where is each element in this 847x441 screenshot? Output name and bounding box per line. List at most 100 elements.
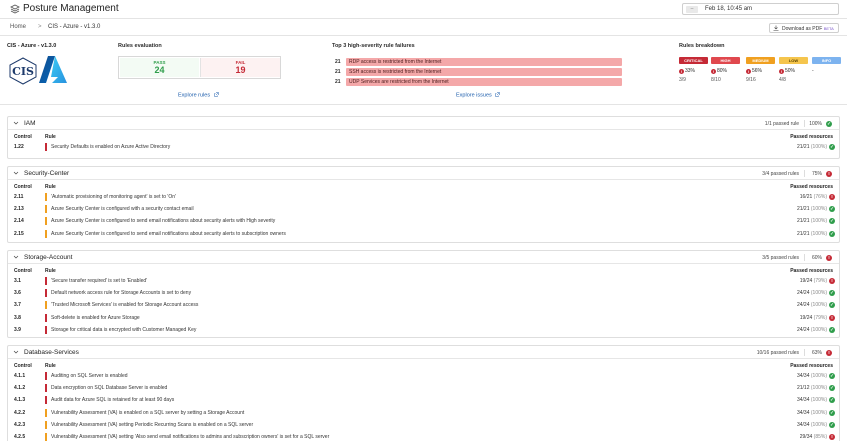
passed-resources: 24/24 bbox=[796, 302, 810, 309]
chevron-down-icon[interactable] bbox=[13, 120, 19, 126]
table-row[interactable]: 3.1 'Secure transfer required' is set to … bbox=[8, 276, 839, 286]
rule-name[interactable]: Vulnerability Assessment (VA) is enabled… bbox=[51, 410, 244, 416]
rule-name[interactable]: 'Trusted Microsoft Services' is enabled … bbox=[51, 302, 198, 308]
table-row[interactable]: 3.8 Soft-delete is enabled for Azure Stor… bbox=[8, 313, 839, 323]
check-circle-icon: ✓ bbox=[829, 206, 835, 213]
rule-name[interactable]: Vulnerability Assessment (VA) setting 'A… bbox=[51, 434, 329, 440]
table-row[interactable]: 4.1.1 Auditing on SQL Server is enabled 34… bbox=[8, 371, 839, 381]
time-picker-toggle-button[interactable]: – bbox=[686, 6, 698, 13]
chevron-down-icon[interactable] bbox=[13, 254, 19, 260]
severity-percent-row: ! 50% bbox=[779, 68, 795, 74]
control-id: 2.14 bbox=[14, 218, 24, 225]
rule-name[interactable]: Auditing on SQL Server is enabled bbox=[51, 373, 128, 379]
severity-indicator bbox=[45, 433, 47, 441]
section-header[interactable]: IAM 1/1 passed rule 100% ✓ bbox=[8, 117, 839, 130]
table-row[interactable]: 4.2.3 Vulnerability Assessment (VA) setti… bbox=[8, 420, 839, 430]
severity-critical-breakdown[interactable]: CRITICAL! 33% 3/9 bbox=[679, 57, 709, 85]
table-row[interactable]: 4.2.2 Vulnerability Assessment (VA) is en… bbox=[8, 408, 839, 418]
table-row[interactable]: 1.22 Security Defaults is enabled on Azur… bbox=[8, 142, 839, 152]
rule-name[interactable]: Audit data for Azure SQL is retained for… bbox=[51, 397, 174, 403]
rule-name[interactable]: 'Secure transfer required' is set to 'En… bbox=[51, 278, 147, 284]
section-header[interactable]: Storage-Account 3/5 passed rules 60%! bbox=[8, 251, 839, 264]
breadcrumb-home-link[interactable]: Home bbox=[10, 24, 26, 30]
rule-name[interactable]: Azure Security Center is configured to s… bbox=[51, 218, 275, 224]
control-id: 2.11 bbox=[14, 194, 24, 200]
top-failure-count: 21 bbox=[335, 69, 341, 75]
table-row[interactable]: 3.7 'Trusted Microsoft Services' is enabl… bbox=[8, 300, 839, 310]
severity-indicator bbox=[45, 277, 47, 285]
section-header[interactable]: Database-Services 10/16 passed rules 63%! bbox=[8, 346, 839, 359]
top-failure-row[interactable]: 21 RDP access is restricted from the Int… bbox=[332, 58, 622, 66]
table-row[interactable]: 2.11 'Automatic provisioning of monitorin… bbox=[8, 192, 839, 202]
table-row[interactable]: 3.6 Default network access rule for Stora… bbox=[8, 288, 839, 298]
passed-resources-percent: (100%) bbox=[810, 302, 827, 309]
summary-panel: CIS - Azure - v1.3.0 CIS Rules evaluatio… bbox=[0, 36, 847, 105]
control-id: 4.1.1 bbox=[14, 373, 26, 379]
explore-rules-link[interactable]: Explore rules bbox=[178, 92, 219, 99]
passed-resources-percent: (79%) bbox=[813, 278, 827, 284]
rule-name[interactable]: Soft-delete is enabled for Azure Storage bbox=[51, 315, 140, 321]
control-id: 3.8 bbox=[14, 314, 21, 321]
passed-resources-column-header: Passed resources bbox=[790, 134, 833, 140]
rule-name[interactable]: Azure Security Center is configured with… bbox=[51, 206, 194, 212]
rule-name[interactable]: Azure Security Center is configured to s… bbox=[51, 231, 286, 237]
rule-name[interactable]: Data encryption on SQL Database Server i… bbox=[51, 385, 167, 391]
section-percent: 75% bbox=[811, 171, 822, 177]
severity-indicator bbox=[45, 372, 47, 380]
section-passed-rules: 1/1 passed rule bbox=[764, 121, 799, 127]
time-picker-value: Feb 18, 10:45 am bbox=[705, 6, 753, 12]
warning-icon: ! bbox=[746, 68, 751, 74]
control-column-header: Control bbox=[14, 268, 32, 274]
severity-ratio: 8/10 bbox=[711, 77, 721, 83]
top-failure-row[interactable]: 21 SSH access is restricted from the Int… bbox=[332, 68, 622, 76]
table-row[interactable]: 3.9 Storage for critical data is encrypte… bbox=[8, 325, 839, 335]
table-row[interactable]: 2.15 Azure Security Center is configured … bbox=[8, 229, 839, 239]
download-pdf-button[interactable]: Download as PDF BETA bbox=[769, 23, 839, 33]
section-passed-rules: 3/4 passed rules bbox=[762, 171, 799, 177]
severity-indicator bbox=[45, 313, 47, 322]
severity-info-breakdown[interactable]: INFO - bbox=[812, 57, 842, 85]
rule-name[interactable]: Vulnerability Assessment (VA) setting Pe… bbox=[51, 422, 253, 428]
rule-name[interactable]: Security Defaults is enabled on Azure Ac… bbox=[51, 144, 170, 150]
fail-count-tile[interactable]: FAIL 19 bbox=[200, 58, 280, 77]
severity-percent: 50% bbox=[785, 68, 796, 74]
control-id: 3.7 bbox=[14, 302, 21, 309]
passed-resources: 16/21 bbox=[799, 194, 813, 200]
explore-issues-link[interactable]: Explore issues bbox=[456, 92, 501, 99]
rule-name[interactable]: Storage for critical data is encrypted w… bbox=[51, 327, 196, 333]
alert-circle-icon: ! bbox=[826, 171, 832, 177]
severity-high-breakdown[interactable]: HIGH! 80% 8/10 bbox=[711, 57, 741, 85]
section-score: 75%! bbox=[804, 170, 832, 177]
passed-resources: 29/34 bbox=[799, 434, 813, 440]
top-failures-title: Top 3 high-severity rule failures bbox=[332, 43, 415, 49]
section-score: 60%! bbox=[804, 254, 832, 261]
table-row[interactable]: 2.13 Azure Security Center is configured … bbox=[8, 204, 839, 214]
section-header[interactable]: Security-Center 3/4 passed rules 75%! bbox=[8, 167, 839, 180]
pass-count-tile[interactable]: PASS 24 bbox=[120, 58, 199, 77]
time-picker[interactable]: – Feb 18, 10:45 am bbox=[682, 3, 839, 15]
rule-name[interactable]: 'Automatic provisioning of monitoring ag… bbox=[51, 194, 176, 200]
table-row[interactable]: 4.1.2 Data encryption on SQL Database Ser… bbox=[8, 383, 839, 393]
passed-resources: 19/24 bbox=[799, 278, 813, 284]
section-title: Security-Center bbox=[24, 170, 70, 177]
table-row[interactable]: 2.14 Azure Security Center is configured … bbox=[8, 216, 839, 226]
severity-medium-breakdown[interactable]: MEDIUM! 56% 9/16 bbox=[746, 57, 776, 85]
alert-circle-icon: ! bbox=[829, 278, 835, 284]
control-id: 2.15 bbox=[14, 230, 24, 237]
table-row[interactable]: 4.2.5 Vulnerability Assessment (VA) setti… bbox=[8, 432, 839, 441]
table-row[interactable]: 4.1.3 Audit data for Azure SQL is retaine… bbox=[8, 395, 839, 405]
top-failure-row[interactable]: 21 UDP Services are restricted from the … bbox=[332, 78, 622, 86]
top-bar: Posture Management – Feb 18, 10:45 am bbox=[0, 0, 847, 19]
top-failure-label: RDP access is restricted from the Intern… bbox=[349, 59, 442, 65]
chevron-down-icon[interactable] bbox=[13, 349, 19, 355]
severity-low-breakdown[interactable]: LOW! 50% 4/8 bbox=[779, 57, 809, 85]
alert-circle-icon: ! bbox=[826, 255, 832, 261]
severity-badge: HIGH bbox=[711, 57, 740, 64]
pass-value: 24 bbox=[154, 65, 165, 75]
control-id: 2.13 bbox=[14, 206, 24, 213]
severity-indicator bbox=[45, 193, 47, 201]
chevron-down-icon[interactable] bbox=[13, 170, 19, 176]
alert-circle-icon: ! bbox=[829, 194, 835, 200]
severity-percent: 80% bbox=[717, 68, 728, 74]
rule-name[interactable]: Default network access rule for Storage … bbox=[51, 290, 191, 296]
